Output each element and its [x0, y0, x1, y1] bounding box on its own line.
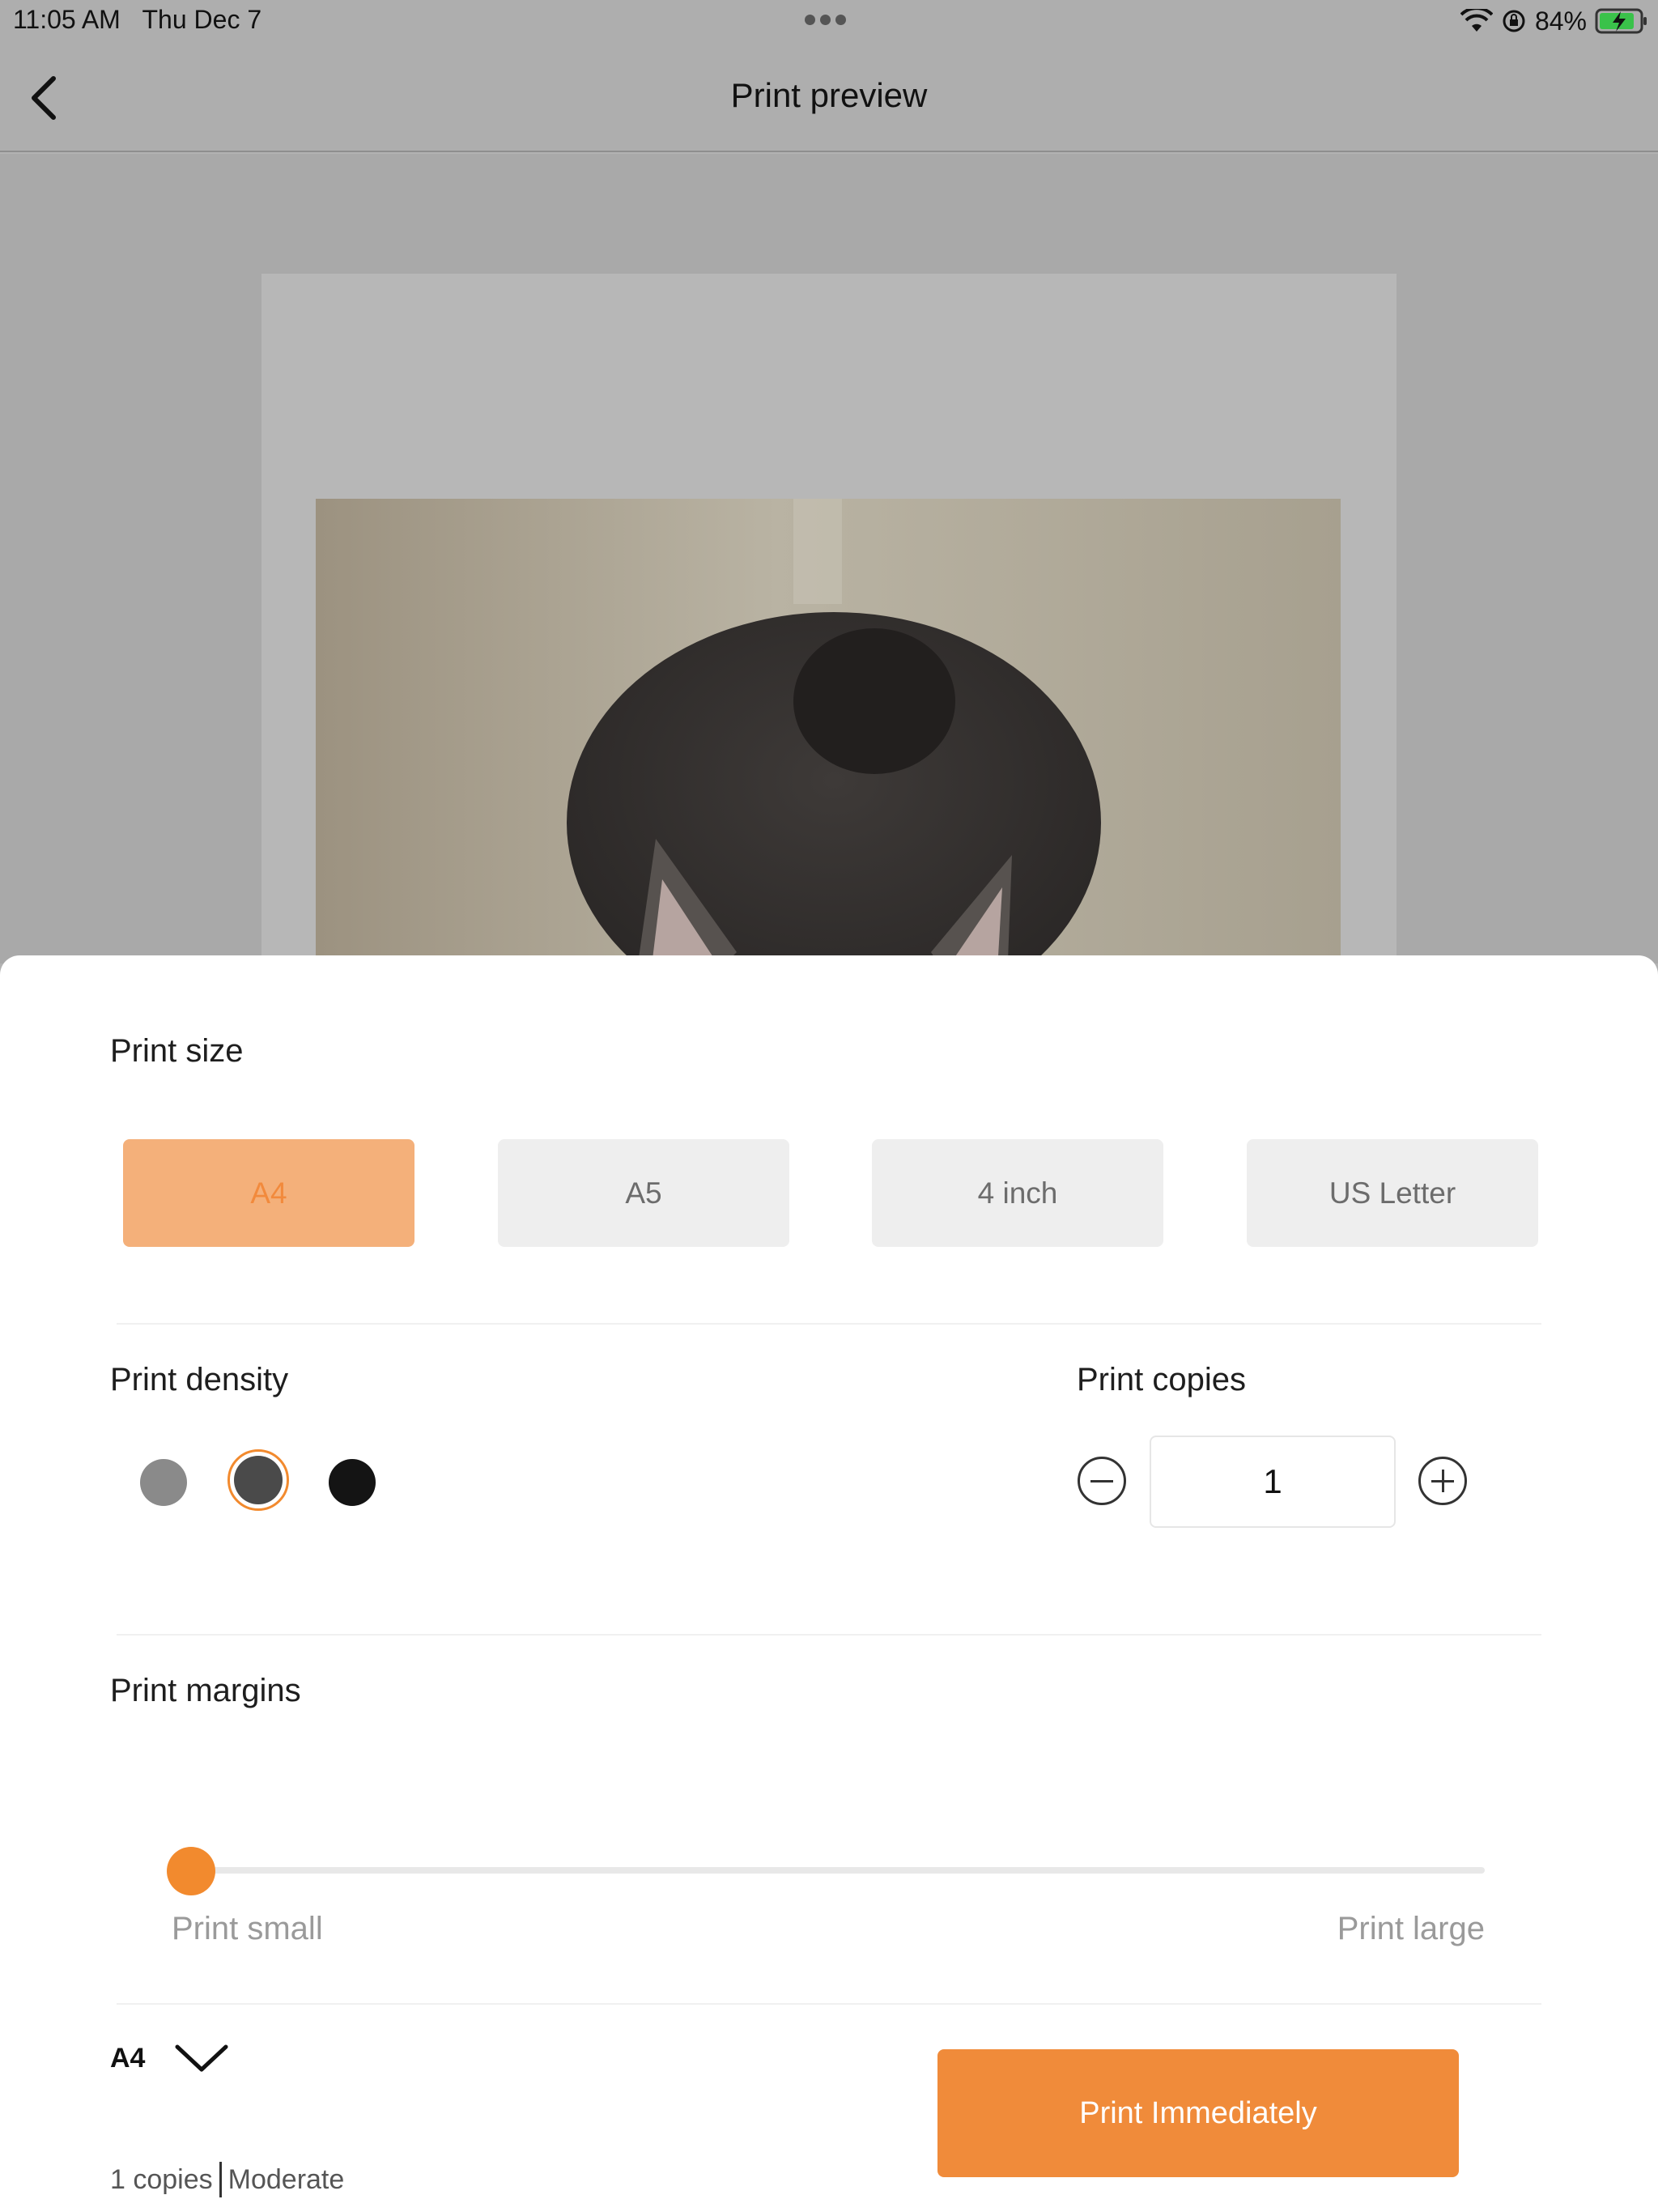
chevron-down-icon: [175, 2044, 228, 2072]
page-title: Print preview: [730, 76, 928, 114]
margin-slider-thumb[interactable]: [167, 1847, 215, 1895]
battery-percentage: 84%: [1534, 6, 1587, 36]
print-size-title: Print size: [110, 1033, 244, 1069]
divider: [117, 1634, 1541, 1636]
summary-separator: [219, 2162, 222, 2197]
density-moderate-swatch: [234, 1456, 283, 1504]
wifi-icon: [1460, 9, 1493, 32]
summary-density: Moderate: [227, 2163, 345, 2195]
paper-preview: [261, 274, 1397, 1066]
multitasking-dots-icon[interactable]: [805, 15, 853, 26]
margin-max-label: Print large: [1337, 1911, 1485, 1946]
status-indicators: 84%: [1460, 3, 1648, 39]
summary-copies: 1 copies: [110, 2163, 213, 2195]
divider: [117, 2003, 1541, 2005]
density-dark-option[interactable]: [329, 1459, 376, 1506]
navigation-bar: Print preview: [0, 42, 1658, 152]
density-moderate-option[interactable]: [227, 1449, 289, 1511]
print-immediately-button[interactable]: Print Immediately: [937, 2049, 1459, 2177]
size-option-a4[interactable]: A4: [123, 1139, 414, 1247]
print-summary: 1 copies Moderate: [110, 2162, 344, 2197]
copies-input[interactable]: 1: [1150, 1436, 1396, 1528]
divider: [117, 1323, 1541, 1325]
size-option-a5[interactable]: A5: [498, 1139, 789, 1247]
paper-size-dropdown[interactable]: A4: [110, 2042, 229, 2074]
battery-charging-icon: [1595, 8, 1647, 34]
print-settings-sheet: Print size A4 A5 4 inch US Letter Print …: [0, 955, 1658, 2212]
paper-size-dropdown-label: A4: [110, 2042, 146, 2074]
status-time: 11:05 AM Thu Dec 7: [13, 5, 262, 34]
decrement-copies-button[interactable]: [1078, 1457, 1126, 1505]
density-light-option[interactable]: [140, 1459, 187, 1506]
margin-min-label: Print small: [172, 1911, 323, 1946]
print-copies-title: Print copies: [1077, 1362, 1246, 1397]
size-option-4-inch[interactable]: 4 inch: [872, 1139, 1163, 1247]
print-margins-title: Print margins: [110, 1673, 301, 1708]
print-density-title: Print density: [110, 1362, 289, 1397]
margin-slider-track[interactable]: [189, 1867, 1485, 1874]
print-preview-area: [0, 154, 1658, 1066]
size-option-us-letter[interactable]: US Letter: [1247, 1139, 1538, 1247]
orientation-lock-icon: [1503, 10, 1525, 32]
status-bar: 11:05 AM Thu Dec 7 84%: [0, 0, 1658, 42]
increment-copies-button[interactable]: [1418, 1457, 1467, 1505]
